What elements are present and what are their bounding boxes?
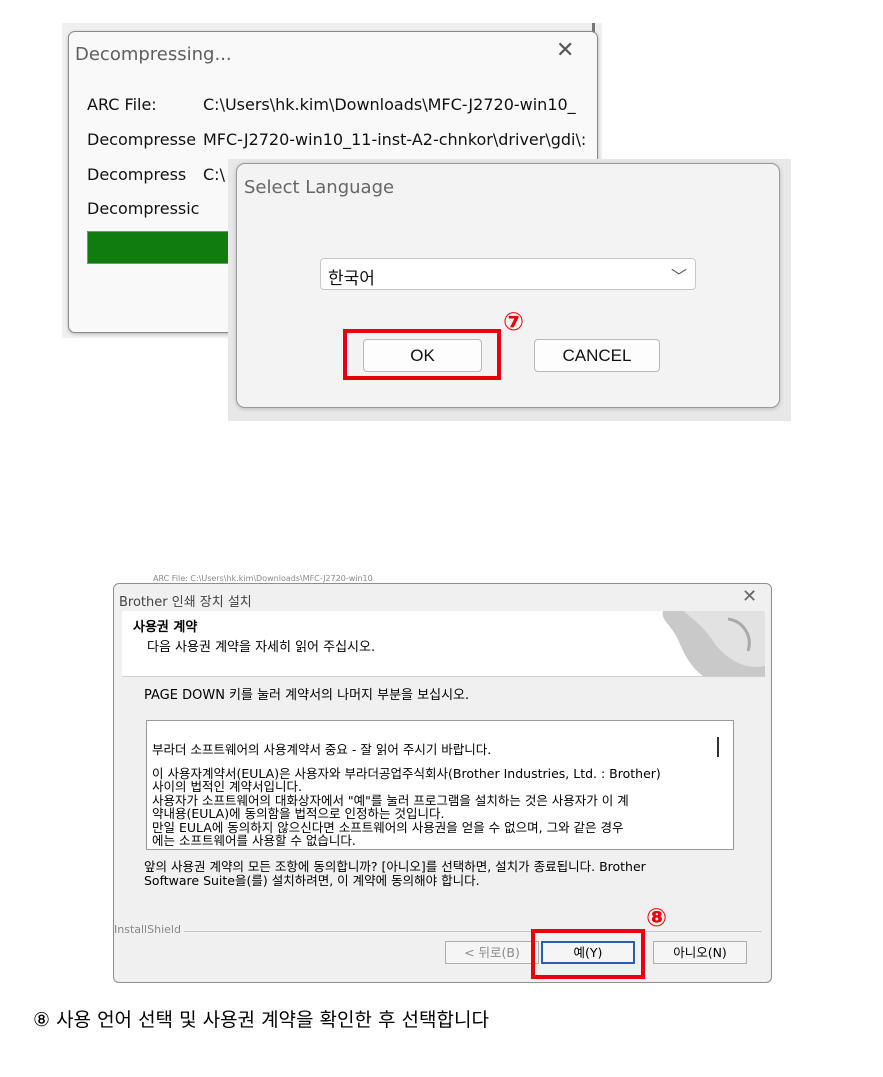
- setup-window-title: Brother 인쇄 장치 설치: [119, 595, 252, 610]
- cancel-button[interactable]: CANCEL: [534, 339, 660, 372]
- installshield-label: InstallShield: [114, 923, 181, 936]
- header-graphic: [662, 611, 765, 676]
- decompress-progress-bar: [87, 231, 239, 264]
- arc-file-value: C:\Users\hk.kim\Downloads\MFC-J2720-win1…: [203, 95, 576, 114]
- page-down-instruction: PAGE DOWN 키를 눌러 계약서의 나머지 부분을 보십시오.: [144, 688, 470, 703]
- license-subheading: 다음 사용권 계약을 자세히 읽어 주십시오.: [147, 640, 376, 655]
- ok-highlight-box: [343, 329, 501, 380]
- eula-line: 부라더 소프트웨어의 사용계약서 중요 - 잘 읽어 주시기 바랍니다.: [152, 742, 492, 757]
- close-icon[interactable]: ✕: [742, 586, 757, 607]
- instruction-caption: ⑧ 사용 언어 선택 및 사용권 계약을 확인한 후 선택합니다: [33, 1009, 489, 1031]
- chevron-down-icon: ﹀: [670, 267, 687, 286]
- arc-file-label: ARC File:: [87, 95, 157, 114]
- no-button[interactable]: 아니오(N): [653, 941, 747, 964]
- decompress-dest-label: Decompress: [87, 165, 187, 184]
- language-dropdown-value: 한국어: [328, 269, 375, 289]
- eula-line: 에는 소프트웨어를 사용할 수 없습니다.: [152, 833, 356, 848]
- language-dropdown[interactable]: 한국어 ﹀: [320, 258, 696, 290]
- agreement-question: 앞의 사용권 계약의 모든 조항에 동의합니까? [아니오]를 선택하면, 설치…: [144, 860, 646, 888]
- eula-scrollbar[interactable]: [717, 737, 719, 757]
- license-header: 사용권 계약 다음 사용권 계약을 자세히 읽어 주십시오.: [122, 611, 765, 677]
- setup-window: Brother 인쇄 장치 설치 ✕ 사용권 계약 다음 사용권 계약을 자세히…: [113, 583, 772, 983]
- decompress-path-value: MFC-J2720-win10_11-inst-A2-chnkor\driver…: [203, 130, 587, 149]
- decompress-label: Decompresse: [87, 130, 197, 149]
- step-8-marker: ⑧: [646, 903, 668, 932]
- back-button[interactable]: < 뒤로(B): [445, 941, 539, 964]
- agreement-line-2: Software Suite을(를) 설치하려면, 이 계약에 동의해야 합니다…: [144, 873, 480, 888]
- decompress-dialog-title: Decompressing...: [75, 44, 232, 65]
- background-window-strip: ARC File: C:\Users\hk.kim\Downloads\MFC-…: [153, 575, 373, 583]
- installshield-divider: [184, 931, 762, 932]
- agreement-line-1: 앞의 사용권 계약의 모든 조항에 동의합니까? [아니오]를 선택하면, 설치…: [144, 859, 646, 874]
- screenshot-license-agreement: ARC File: C:\Users\hk.kim\Downloads\MFC-…: [113, 575, 773, 985]
- decompress-dest-value: C:\: [203, 165, 225, 184]
- step-7-marker: ⑦: [503, 307, 525, 336]
- close-icon[interactable]: ✕: [556, 38, 574, 63]
- eula-text-area[interactable]: 부라더 소프트웨어의 사용계약서 중요 - 잘 읽어 주시기 바랍니다. 이 사…: [146, 720, 734, 850]
- license-heading: 사용권 계약: [133, 620, 198, 635]
- select-language-dialog: Select Language 한국어 ﹀ OK CANCEL ⑦: [228, 159, 791, 421]
- select-language-title: Select Language: [244, 177, 395, 198]
- decompress-status-label: Decompressic: [87, 199, 200, 218]
- screenshot-language-selection: Decompressing... ✕ ARC File: C:\Users\hk…: [62, 23, 791, 421]
- yes-highlight-box: [531, 929, 645, 979]
